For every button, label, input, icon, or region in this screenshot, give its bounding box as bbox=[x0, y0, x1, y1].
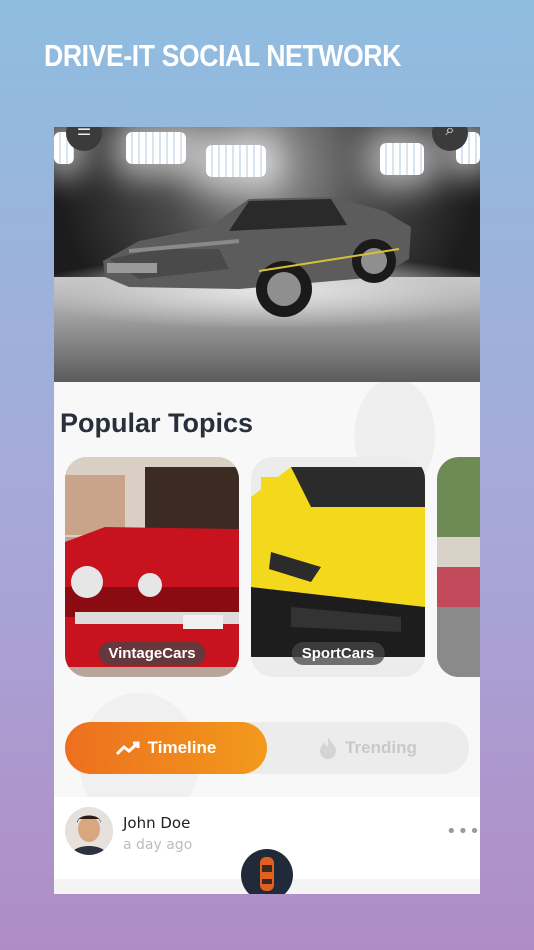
topic-card-partial[interactable] bbox=[437, 457, 480, 677]
avatar[interactable] bbox=[65, 807, 113, 855]
topic-label: VintageCars bbox=[98, 642, 206, 665]
tab-label: Trending bbox=[345, 738, 417, 757]
section-title: Popular Topics bbox=[60, 408, 254, 438]
menu-icon: ☰ bbox=[76, 127, 92, 139]
tab-label: Timeline bbox=[147, 738, 217, 757]
flame-icon bbox=[320, 737, 337, 759]
muscle-car-image bbox=[103, 197, 411, 317]
more-options-icon[interactable]: ••• bbox=[446, 821, 480, 842]
topic-card-vintage[interactable]: VintageCars bbox=[65, 457, 239, 677]
spotlight bbox=[206, 145, 266, 177]
post-author[interactable]: John Doe bbox=[123, 814, 190, 832]
car-icon bbox=[260, 857, 274, 891]
feed-tabs: Timeline Trending bbox=[65, 722, 469, 774]
spotlight bbox=[126, 132, 186, 164]
center-nav-button[interactable] bbox=[241, 849, 293, 894]
promo-title: DRIVE-IT SOCIAL NETWORK bbox=[44, 38, 401, 73]
search-icon: ⌕ bbox=[445, 127, 455, 139]
tab-timeline[interactable]: Timeline bbox=[65, 722, 267, 774]
post-timestamp: a day ago bbox=[123, 837, 193, 853]
avatar-image bbox=[65, 807, 113, 855]
app-screen: ☰ ⌕ Popular Topics VintageCars SportCars… bbox=[54, 127, 480, 894]
spotlight bbox=[380, 143, 424, 175]
trending-up-icon bbox=[115, 741, 140, 756]
hero-banner: ☰ ⌕ bbox=[54, 127, 480, 382]
tab-trending[interactable]: Trending bbox=[267, 722, 469, 774]
topic-label: SportCars bbox=[291, 642, 385, 665]
car-show-image bbox=[437, 457, 480, 677]
topic-card-sport[interactable]: SportCars bbox=[251, 457, 425, 677]
